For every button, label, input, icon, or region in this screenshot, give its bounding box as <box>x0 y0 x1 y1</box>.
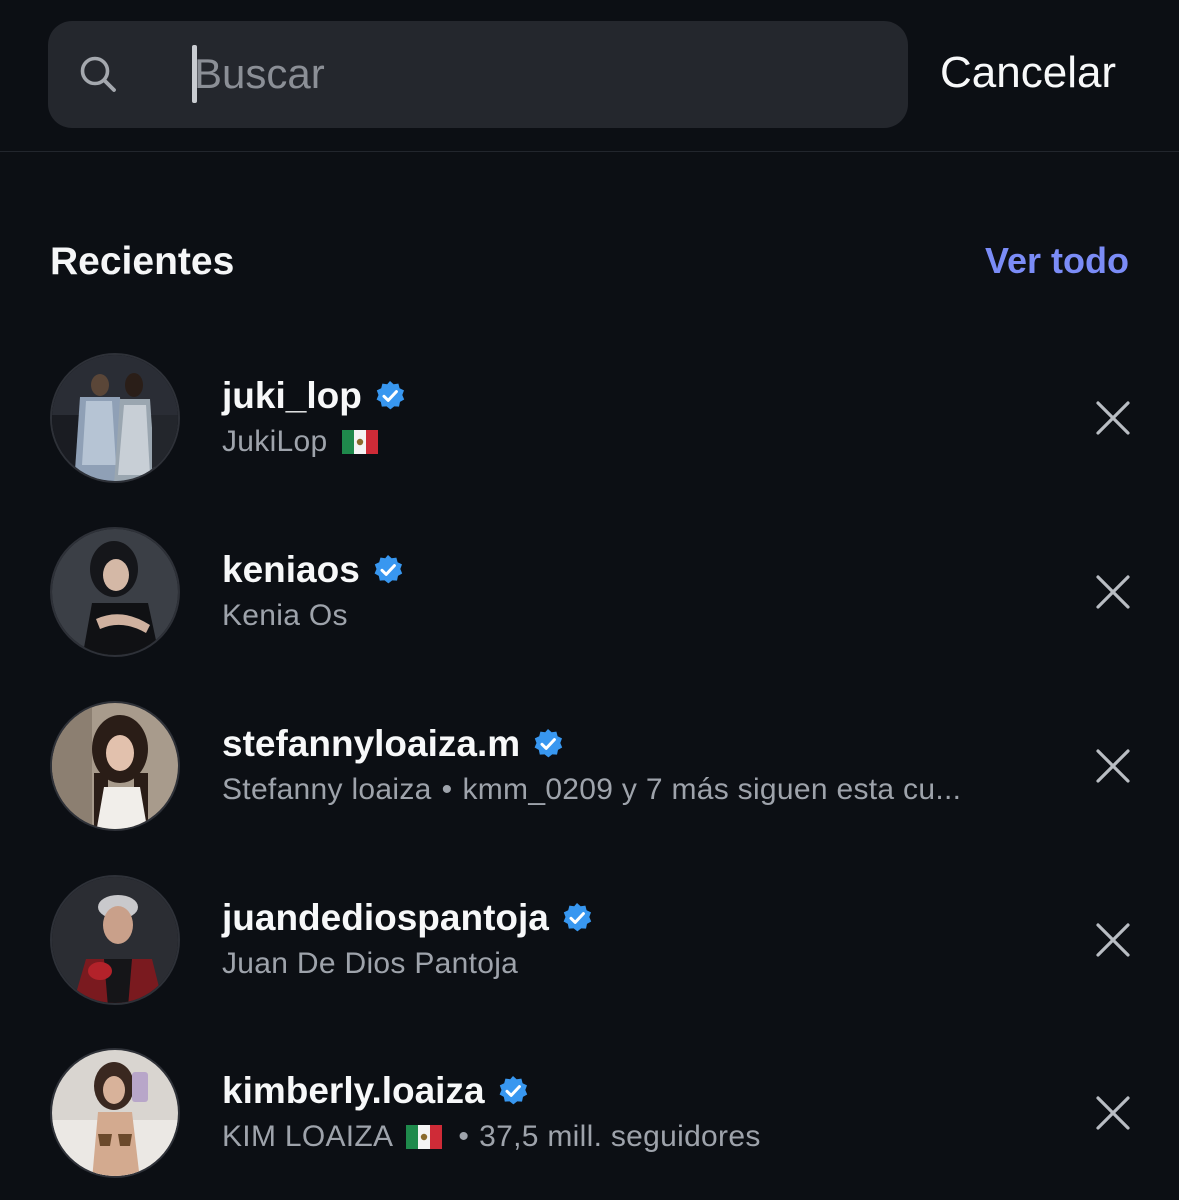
mexico-flag-icon <box>406 1125 443 1149</box>
subtitle: Kenia Os <box>222 599 348 633</box>
follower-count: 37,5 mill. seguidores <box>479 1120 761 1153</box>
subtitle: Stefanny loaiza • kmm_0209 y 7 más siguen … <box>222 773 961 807</box>
full-name: KIM LOAIZA <box>222 1120 392 1153</box>
avatar <box>50 875 180 1005</box>
see-all-link[interactable]: Ver todo <box>985 240 1129 282</box>
verified-badge-icon <box>376 381 405 410</box>
close-icon[interactable] <box>1090 569 1136 615</box>
close-icon[interactable] <box>1090 743 1136 789</box>
subtitle: KIM LOAIZA • 37,5 mill. seguidores <box>222 1120 761 1154</box>
avatar <box>50 353 180 483</box>
recent-item[interactable]: keniaos Kenia Os <box>0 527 1179 677</box>
close-icon[interactable] <box>1090 1090 1136 1136</box>
recent-item[interactable]: kimberly.loaiza KIM LOAIZA • 37,5 mill. s… <box>0 1048 1179 1198</box>
search-bar[interactable] <box>48 21 908 128</box>
full-name: Stefanny loaiza <box>222 773 432 806</box>
full-name: Kenia Os <box>222 599 348 632</box>
avatar <box>50 701 180 831</box>
recent-item[interactable]: stefannyloaiza.m Stefanny loaiza • kmm_020… <box>0 701 1179 851</box>
recent-item[interactable]: juki_lop JukiLop <box>0 353 1179 503</box>
verified-badge-icon <box>534 729 563 758</box>
close-icon[interactable] <box>1090 395 1136 441</box>
subtitle: Juan De Dios Pantoja <box>222 947 518 981</box>
username-text: juki_lop <box>222 375 362 416</box>
search-header: Cancelar <box>0 0 1179 152</box>
subtitle: JukiLop <box>222 425 384 459</box>
text-cursor <box>192 45 197 103</box>
separator-dot: • <box>441 773 453 806</box>
avatar <box>50 1048 180 1178</box>
full-name: Juan De Dios Pantoja <box>222 947 519 980</box>
verified-badge-icon <box>563 903 592 932</box>
mexico-flag-icon <box>342 430 379 454</box>
username-text: stefannyloaiza.m <box>222 723 521 764</box>
search-input[interactable] <box>194 43 874 105</box>
username-text: juandediospantoja <box>222 897 549 938</box>
avatar <box>50 527 180 657</box>
verified-badge-icon <box>374 555 402 584</box>
recent-item[interactable]: juandediospantoja Juan De Dios Pantoja <box>0 875 1179 1025</box>
username: stefannyloaiza.m <box>222 723 564 765</box>
username-text: keniaos <box>222 549 360 590</box>
username-text: kimberly.loaiza <box>222 1070 485 1111</box>
verified-badge-icon <box>499 1076 527 1105</box>
username: juki_lop <box>222 375 406 417</box>
username: keniaos <box>222 549 404 591</box>
recents-title: Recientes <box>50 240 235 283</box>
cancel-button[interactable]: Cancelar <box>940 48 1145 98</box>
separator-dot: • <box>458 1120 470 1153</box>
close-icon[interactable] <box>1090 917 1136 963</box>
search-icon <box>80 56 116 92</box>
username: juandediospantoja <box>222 897 593 939</box>
mutual-followers: kmm_0209 y 7 más siguen esta cu... <box>462 773 962 806</box>
username: kimberly.loaiza <box>222 1070 529 1112</box>
full-name: JukiLop <box>222 425 328 458</box>
